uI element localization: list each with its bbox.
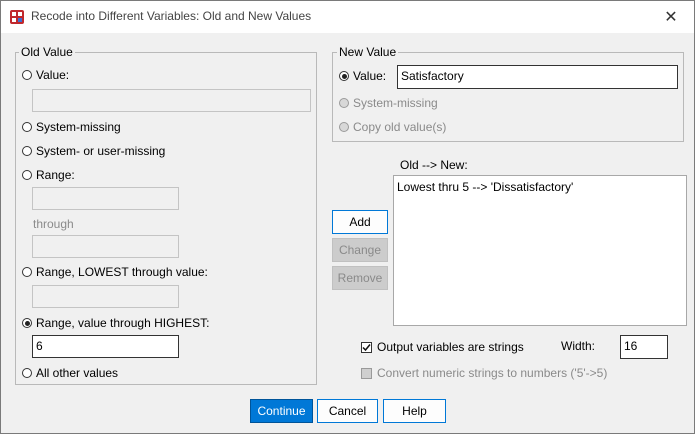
old-system-or-user-missing-radio[interactable]: System- or user-missing (22, 144, 165, 158)
output-strings-checkbox[interactable]: Output variables are strings (361, 340, 524, 354)
mapping-list-label: Old --> New: (400, 158, 468, 172)
mapping-list-item[interactable]: Lowest thru 5 --> 'Dissatisfactory' (397, 180, 683, 194)
continue-button[interactable]: Continue (250, 399, 313, 423)
cancel-button[interactable]: Cancel (317, 399, 378, 423)
new-system-missing-label: System-missing (353, 96, 438, 110)
range-highest-input[interactable]: 6 (32, 335, 179, 358)
title-bar: Recode into Different Variables: Old and… (1, 1, 694, 33)
old-range-lowest-radio[interactable]: Range, LOWEST through value: (22, 265, 208, 279)
old-range-radio[interactable]: Range: (22, 168, 75, 182)
dialog-window: Recode into Different Variables: Old and… (0, 0, 695, 434)
checkmark-icon (362, 343, 371, 351)
checkbox-box (361, 341, 372, 353)
output-strings-label: Output variables are strings (377, 340, 524, 354)
radio-indicator (22, 368, 32, 378)
new-copy-old-radio[interactable]: Copy old value(s) (339, 120, 446, 134)
old-value-radio-label: Value: (36, 68, 70, 82)
add-button[interactable]: Add (332, 210, 388, 234)
old-system-missing-radio[interactable]: System-missing (22, 120, 121, 134)
old-all-other-radio[interactable]: All other values (22, 366, 118, 380)
old-range-highest-radio[interactable]: Range, value through HIGHEST: (22, 316, 209, 330)
radio-indicator (22, 267, 32, 277)
radio-indicator (22, 122, 32, 132)
convert-numeric-label: Convert numeric strings to numbers ('5'-… (377, 366, 608, 380)
window-title: Recode into Different Variables: Old and… (31, 9, 312, 23)
old-system-or-user-missing-label: System- or user-missing (36, 144, 166, 158)
old-value-radio[interactable]: Value: (22, 68, 69, 82)
old-value-group-label: Old Value (19, 45, 75, 59)
old-range-label: Range: (36, 168, 75, 182)
range-lowest-input[interactable] (32, 285, 179, 308)
width-input[interactable]: 16 (620, 335, 668, 359)
radio-indicator (22, 170, 32, 180)
close-icon[interactable]: ✕ (648, 1, 694, 33)
radio-indicator (339, 122, 349, 132)
old-range-highest-label: Range, value through HIGHEST: (36, 316, 210, 330)
old-all-other-label: All other values (36, 366, 119, 380)
spss-app-icon (10, 10, 24, 24)
mapping-listbox[interactable]: Lowest thru 5 --> 'Dissatisfactory' (393, 175, 687, 326)
range-to-input[interactable] (32, 235, 179, 258)
new-value-radio[interactable]: Value: (339, 69, 386, 83)
through-label: through (33, 217, 74, 231)
new-value-input[interactable]: Satisfactory (397, 65, 678, 89)
checkbox-box (361, 367, 372, 379)
old-system-missing-label: System-missing (36, 120, 121, 134)
new-value-radio-label: Value: (353, 69, 387, 83)
range-from-input[interactable] (32, 187, 179, 210)
change-button[interactable]: Change (332, 238, 388, 262)
convert-numeric-checkbox[interactable]: Convert numeric strings to numbers ('5'-… (361, 366, 607, 380)
help-button[interactable]: Help (383, 399, 446, 423)
radio-indicator (22, 146, 32, 156)
remove-button[interactable]: Remove (332, 266, 388, 290)
radio-indicator (339, 98, 349, 108)
new-copy-old-label: Copy old value(s) (353, 120, 447, 134)
new-system-missing-radio[interactable]: System-missing (339, 96, 438, 110)
new-value-group-label: New Value (337, 45, 399, 59)
old-range-lowest-label: Range, LOWEST through value: (36, 265, 208, 279)
width-label: Width: (561, 339, 596, 353)
radio-indicator-selected (339, 71, 349, 81)
radio-indicator-selected (22, 318, 32, 328)
radio-indicator (22, 70, 32, 80)
old-value-input[interactable] (32, 89, 311, 112)
